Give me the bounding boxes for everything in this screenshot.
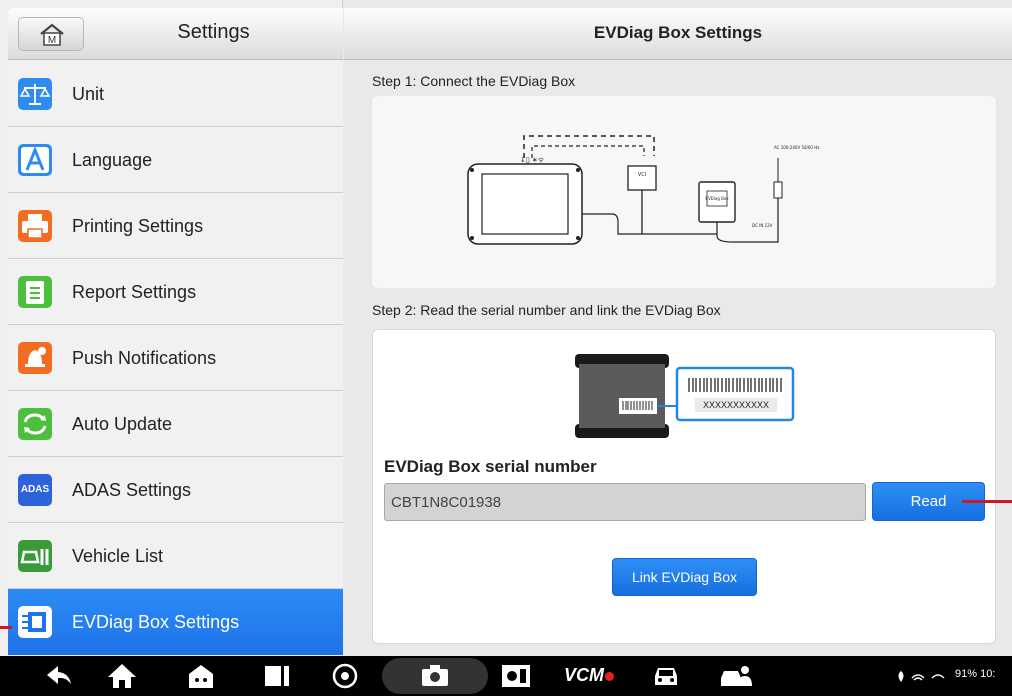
- browser-icon[interactable]: [330, 662, 360, 690]
- page-title: EVDiag Box Settings: [593, 23, 763, 42]
- home-icon: M: [40, 23, 64, 46]
- car-icon[interactable]: [650, 662, 682, 690]
- svg-text:AC 100-240V 50/60 Hz: AC 100-240V 50/60 Hz: [774, 145, 819, 150]
- sidebar-item-label: Printing Settings: [72, 216, 204, 236]
- sidebar-item-label: Push Notifications: [72, 348, 217, 368]
- sidebar-header: M Settings: [8, 8, 343, 60]
- svg-text:EVDiag Box: EVDiag Box: [705, 196, 729, 201]
- refresh-icon: [18, 408, 52, 440]
- evdiag-box-device-image: XXXXXXXXXXX: [575, 354, 795, 438]
- split-screen-icon[interactable]: [262, 662, 292, 690]
- svg-text:XXXXXXXXXXX: XXXXXXXXXXX: [703, 400, 769, 410]
- sidebar-item-push-notifications[interactable]: Push Notifications: [8, 325, 343, 391]
- settings-sidebar: M Settings Unit Language Printing Settin…: [0, 0, 343, 656]
- step2-label: Step 2: Read the serial number and link …: [372, 302, 721, 318]
- svg-text:VCI: VCI: [638, 172, 646, 178]
- adas-icon: ADAS: [18, 474, 52, 506]
- sidebar-item-label: EVDiag Box Settings: [72, 612, 240, 632]
- brightness-icon[interactable]: [500, 662, 532, 690]
- clipboard-icon: [18, 276, 52, 308]
- letter-a-icon: [18, 144, 52, 176]
- status-text: 91% 10:: [955, 668, 996, 680]
- sidebar-item-label: Unit: [72, 84, 105, 104]
- step1-label: Step 1: Connect the EVDiag Box: [372, 73, 576, 89]
- sidebar-item-adas-settings[interactable]: ADAS ADAS Settings: [8, 457, 343, 523]
- annotation-arrow: [0, 626, 12, 629]
- sidebar-item-unit[interactable]: Unit: [8, 61, 343, 127]
- svg-text:M: M: [48, 35, 56, 46]
- vehicle-list-icon: [18, 540, 52, 572]
- sidebar-item-report-settings[interactable]: Report Settings: [8, 259, 343, 325]
- svg-text:DC IN 12V: DC IN 12V: [752, 223, 773, 228]
- sidebar-item-label: ADAS Settings: [72, 480, 192, 500]
- back-icon[interactable]: [44, 662, 74, 690]
- sidebar-item-evdiag-box-settings[interactable]: EVDiag Box Settings: [8, 589, 343, 655]
- system-navbar: VCM 91% 10:: [0, 656, 1012, 696]
- annotation-arrow: [962, 500, 1012, 503]
- link-evdiag-box-button[interactable]: Link EVDiag Box: [612, 558, 757, 596]
- scale-icon: [18, 78, 52, 110]
- status-icons: [898, 671, 945, 682]
- sidebar-item-label: Vehicle List: [72, 546, 164, 566]
- sidebar-item-vehicle-list[interactable]: Vehicle List: [8, 523, 343, 589]
- connection-diagram-panel: ↓▯ ∗ᯤ VCI EVDiag Box AC 100-240V 50/60 H…: [372, 96, 996, 288]
- connection-diagram: ↓▯ ∗ᯤ VCI EVDiag Box AC 100-240V 50/60 H…: [467, 135, 819, 245]
- sidebar-item-auto-update[interactable]: Auto Update: [8, 391, 343, 457]
- sidebar-item-language[interactable]: Language: [8, 127, 343, 193]
- bell-icon: [18, 342, 52, 374]
- camera-button[interactable]: [382, 658, 488, 694]
- serial-number-field[interactable]: [384, 483, 866, 521]
- svg-text:↓▯ ∗ᯤ: ↓▯ ∗ᯤ: [520, 156, 545, 164]
- vehicle-user-icon[interactable]: [718, 662, 754, 690]
- recent-apps-icon[interactable]: [186, 662, 216, 690]
- home-button[interactable]: M: [18, 17, 84, 51]
- content-header: EVDiag Box Settings: [344, 8, 1012, 60]
- printer-icon: [18, 210, 52, 242]
- sidebar-item-printing-settings[interactable]: Printing Settings: [8, 193, 343, 259]
- sidebar-item-label: Auto Update: [72, 414, 173, 434]
- vcm-icon[interactable]: VCM: [564, 665, 614, 686]
- sidebar-title: Settings: [177, 21, 250, 43]
- camera-icon: [422, 665, 448, 686]
- evdiag-box-icon: [18, 606, 52, 638]
- sidebar-item-label: Report Settings: [72, 282, 197, 302]
- serial-number-label: EVDiag Box serial number: [384, 457, 597, 476]
- home-icon[interactable]: [106, 662, 138, 690]
- sidebar-item-label: Language: [72, 150, 153, 170]
